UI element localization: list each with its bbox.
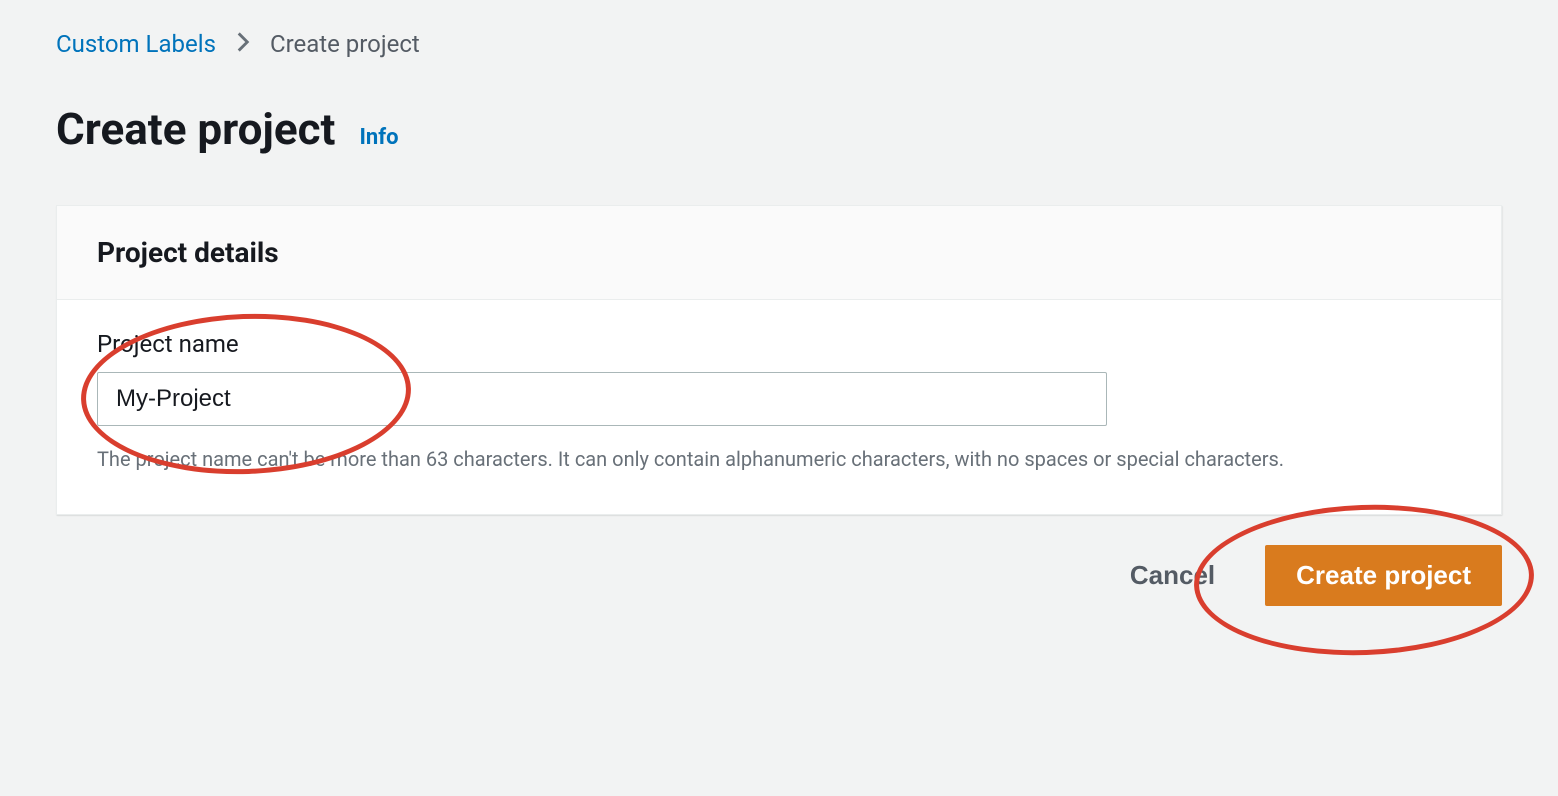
breadcrumb-current: Create project	[270, 30, 420, 58]
cancel-button[interactable]: Cancel	[1120, 546, 1225, 605]
breadcrumb-parent-link[interactable]: Custom Labels	[56, 30, 216, 58]
form-actions: Cancel Create project	[56, 545, 1502, 606]
project-name-label: Project name	[97, 330, 1461, 358]
project-name-help-text: The project name can't be more than 63 c…	[97, 444, 1417, 474]
page-header: Create project Info	[56, 103, 1502, 155]
create-project-button[interactable]: Create project	[1265, 545, 1502, 606]
chevron-right-icon	[236, 30, 250, 58]
breadcrumb: Custom Labels Create project	[56, 30, 1502, 58]
panel-body: Project name The project name can't be m…	[57, 300, 1501, 514]
page-title: Create project	[56, 103, 335, 155]
panel-header: Project details	[57, 206, 1501, 300]
panel-title: Project details	[97, 236, 1461, 269]
project-details-panel: Project details Project name The project…	[56, 205, 1502, 515]
project-name-input[interactable]	[97, 372, 1107, 426]
info-link[interactable]: Info	[359, 125, 398, 150]
page-container: Custom Labels Create project Create proj…	[0, 0, 1558, 636]
